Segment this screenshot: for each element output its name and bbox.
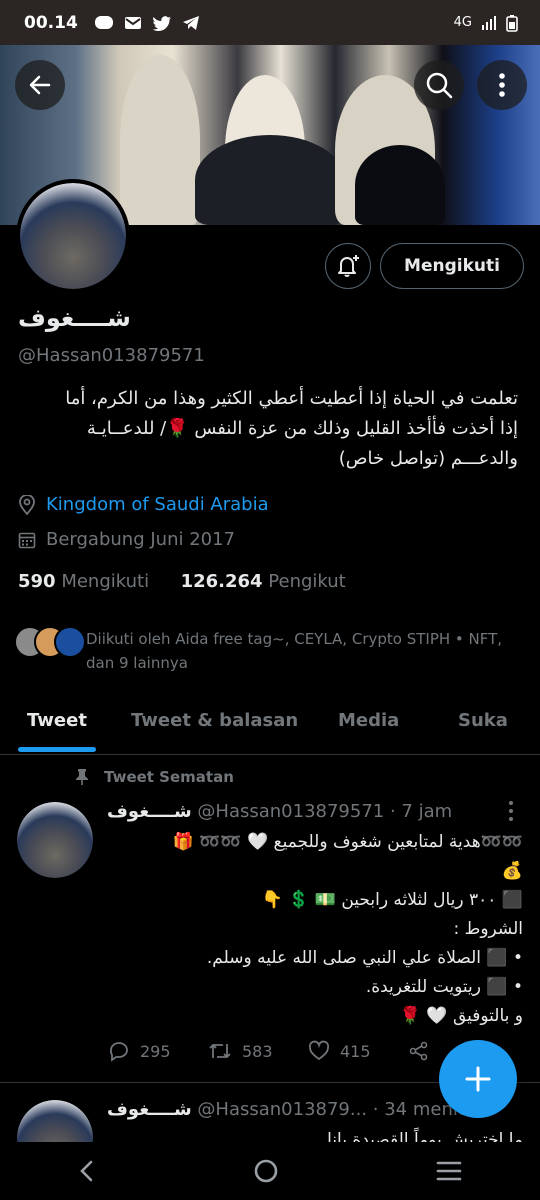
banner-figure [195,135,345,225]
reply-icon [109,1042,128,1062]
profile-tabs: Tweet Tweet & balasan Media Suka [0,690,540,755]
profile-handle: @Hassan013879571 [18,345,205,366]
notify-button[interactable] [325,243,371,289]
nav-back-icon[interactable] [77,1159,97,1183]
profile-stats: 590 Mengikuti 126.264 Pengikut [18,571,346,592]
tweet-avatar[interactable] [17,802,93,878]
tab-likes[interactable]: Suka [458,710,508,731]
tweet-line: الشروط : [453,919,523,939]
like-count: 415 [340,1041,371,1061]
back-arrow-icon [29,75,51,95]
reply-count: 295 [140,1041,171,1061]
signal-icon [482,15,496,30]
bio-line: والدعـــم (تواصل خاص) [338,448,518,469]
share-icon [409,1041,428,1061]
profile-location: Kingdom of Saudi Arabia [18,494,269,515]
line-app-icon [94,15,113,29]
nav-home-icon[interactable] [252,1157,280,1185]
back-button[interactable] [15,60,65,110]
following-label: Mengikuti [61,571,150,592]
followers-count: 126.264 [180,571,263,592]
joined-date: Bergabung Juni 2017 [46,529,236,550]
bio-line: تعلمت في الحياة إذا أعطيت أعطي الكثير وه… [65,388,518,409]
tweet-handle-time: @Hassan013879... · 34 menit [197,1099,465,1120]
pinned-tweet-label: Tweet Sematan [74,768,234,786]
nav-recents-icon[interactable] [435,1159,463,1183]
more-options-button[interactable] [477,60,527,110]
battery-icon [506,14,518,32]
tab-tweet-replies[interactable]: Tweet & balasan [131,710,298,731]
system-nav-bar [0,1142,540,1200]
banner-figure [355,145,445,225]
tweet-line: • ⬛ ريتويت للتغريدة. [365,977,523,997]
mail-icon [124,16,141,29]
twitter-bird-icon [152,15,171,31]
location-pin-icon [19,494,35,515]
tweet-more-icon[interactable] [507,800,515,822]
avatar-image [17,802,93,878]
follower-avatar [54,626,86,658]
tweet-line: • ⬛ الصلاة علي النبي صلى الله عليه وسلم. [206,948,523,968]
avatar-image [20,183,126,289]
location-link[interactable]: Kingdom of Saudi Arabia [46,494,269,515]
followed-by-avatars[interactable] [14,626,86,658]
status-right: 4G [454,14,518,32]
notification-icons [94,15,200,31]
tweet-line: ⬛ ٣٠٠ ريال لثلاثه رابحين 💵 💲 👇 [261,890,523,910]
followers-stat[interactable]: 126.264 Pengikut [181,571,346,592]
retweet-button[interactable]: 583 [208,1040,308,1062]
pin-icon [76,769,88,785]
following-button[interactable]: Mengikuti [380,243,524,289]
tweet-line: 💰 [501,861,523,881]
tweet-header: شــــغوف @Hassan013879... · 34 menit [107,1099,465,1120]
followers-label: Pengikut [268,571,346,592]
bio-line: إذا أخذت فأأخذ القليل وذلك من عزة النفس … [86,418,518,439]
search-button[interactable] [414,60,464,110]
retweet-icon [209,1044,231,1058]
compose-tweet-button[interactable] [439,1040,517,1118]
tab-media[interactable]: Media [338,710,399,731]
tweet-author-name[interactable]: شــــغوف [107,1099,192,1120]
more-vertical-icon [499,73,505,97]
like-icon [308,1040,330,1061]
tweet-handle-time: @Hassan013879571 · 7 jam [197,801,453,822]
following-stat[interactable]: 590 Mengikuti [18,571,149,592]
status-bar: 00.14 4G [0,0,540,45]
status-time: 00.14 [24,12,78,33]
telegram-icon [182,15,199,30]
calendar-icon [18,532,36,548]
network-type: 4G [453,15,472,30]
tweet-line: ما اختريش يوماً القصيدة بانا [327,1130,523,1142]
tab-tweet[interactable]: Tweet [27,710,87,731]
tweet-author-name[interactable]: شــــغوف [107,801,192,822]
profile-avatar[interactable] [16,179,130,293]
search-icon [426,72,453,99]
pinned-text: Tweet Sematan [104,768,234,786]
compose-plus-icon [465,1066,491,1092]
tweet-text: ➿➿هدية لمتابعين شغوف وللجميع 🤍 ➿➿ 🎁 💰 ⬛ … [107,828,523,1031]
tweet-line: و بالتوفيق 🤍 🌹 [399,1006,523,1026]
followed-by-text[interactable]: Diikuti oleh Aida free tag~, CEYLA, Cryp… [86,627,506,675]
retweet-count: 583 [242,1041,273,1061]
tweet-line: ➿➿هدية لمتابعين شغوف وللجميع 🤍 ➿➿ 🎁 [172,832,523,852]
following-count: 590 [18,571,56,592]
banner-figure [120,55,200,225]
reply-button[interactable]: 295 [108,1040,208,1062]
tweet-header: شــــغوف @Hassan013879571 · 7 jam [107,801,452,822]
like-button[interactable]: 415 [308,1040,408,1062]
profile-bio: تعلمت في الحياة إذا أعطيت أعطي الكثير وه… [18,384,518,474]
bell-plus-icon [338,255,359,277]
active-tab-indicator [18,747,96,752]
tweet-text: ما اختريش يوماً القصيدة بانا [107,1126,523,1142]
profile-joined: Bergabung Juni 2017 [18,529,235,550]
profile-name: شــــغوف [18,304,131,332]
